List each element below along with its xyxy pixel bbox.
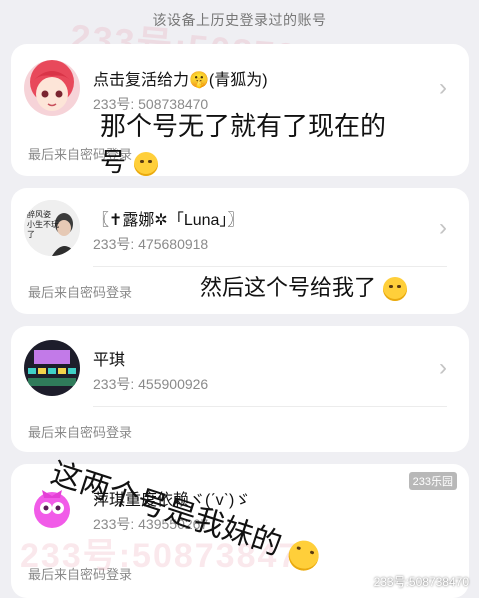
annotation-text: 号 [100, 148, 127, 178]
annotation-note-1: 那个号无了就有了现在的 [100, 106, 386, 143]
divider [93, 266, 447, 267]
annotation-text: 那个号无了就有了现在的 [100, 112, 387, 142]
account-card-3[interactable]: 平琪 233号: 455900926 › 最后来自密码登录 [11, 326, 469, 452]
annotation-text: 然后这个号给我了 [200, 276, 377, 301]
avatar [24, 340, 80, 396]
chevron-right-icon: › [439, 74, 447, 101]
login-method: 最后来自密码登录 [28, 425, 133, 440]
annotation-note-1b: 号 [100, 142, 159, 179]
account-nickname: 点击复活给力🤫(青狐为) [93, 72, 268, 89]
corner-watermark: 233号:508738470 [373, 575, 469, 589]
annotation-note-2: 然后这个号给我了 [200, 270, 408, 302]
account-number: 233号: 455900926 [93, 376, 209, 392]
divider [93, 406, 447, 407]
avatar [24, 60, 80, 116]
halo-smile-emoji-icon [134, 151, 159, 176]
account-nickname: 平琪 [93, 352, 126, 369]
account-nickname: 〖✝露娜✲「Luna」〗 [93, 212, 244, 229]
avatar-caption-line: 醉风姿 [27, 210, 51, 219]
avatar-caption: 醉风姿 小生不玩 了 [27, 210, 59, 240]
brand-badge: 233乐园 [408, 472, 457, 490]
login-method: 最后来自密码登录 [28, 285, 133, 300]
avatar: 醉风姿 小生不玩 了 [24, 200, 80, 256]
account-number: 233号: 475680918 [93, 236, 209, 252]
monocle-emoji-icon [383, 277, 408, 301]
avatar-caption-line: 了 [27, 230, 35, 239]
avatar-caption-line: 小生不玩 [27, 220, 59, 229]
chevron-right-icon: › [439, 354, 447, 381]
chevron-right-icon: › [439, 214, 447, 241]
